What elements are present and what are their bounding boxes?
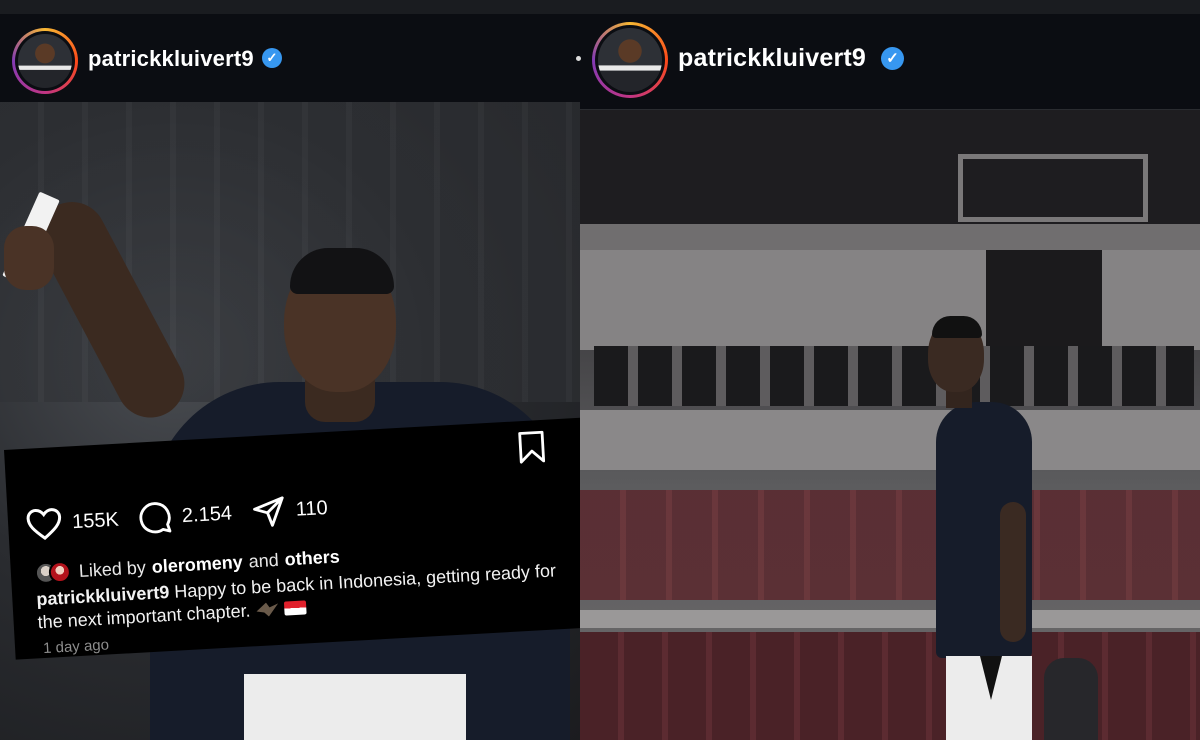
- share-count: 110: [295, 496, 329, 521]
- caption-overlay: 155K 2.154 110 Liked by oleromeny and ot…: [4, 417, 580, 660]
- post-header: patrickkluivert9 ✓: [580, 14, 1200, 110]
- avatar[interactable]: [12, 28, 78, 94]
- hand: [4, 226, 54, 290]
- like-action[interactable]: 155K: [25, 500, 120, 545]
- comment-icon[interactable]: [137, 500, 173, 536]
- indonesia-flag-icon: [284, 600, 307, 616]
- roof-beam: [580, 224, 1200, 250]
- separator-dot: [576, 56, 581, 61]
- post-timestamp: 1 day ago: [42, 636, 110, 658]
- upper-seats: [594, 346, 1194, 406]
- action-bar: 155K 2.154 110: [25, 475, 566, 545]
- window-top-bar: [0, 0, 1200, 14]
- ledge: [580, 410, 1200, 470]
- avatar[interactable]: [592, 22, 668, 98]
- arm: [1000, 502, 1026, 642]
- liked-by-others[interactable]: others: [284, 546, 340, 570]
- post-header: patrickkluivert9 ✓: [0, 14, 580, 102]
- hair: [290, 248, 394, 294]
- white-shorts: [244, 674, 466, 740]
- verified-icon: ✓: [881, 47, 904, 70]
- hair: [932, 316, 982, 338]
- liked-by-prefix: Liked by: [78, 556, 147, 581]
- bookmark-icon[interactable]: [517, 430, 547, 466]
- post-photo[interactable]: [580, 110, 1200, 740]
- comment-count: 2.154: [181, 501, 233, 527]
- share-icon[interactable]: [251, 493, 287, 529]
- comment-action[interactable]: 2.154: [137, 493, 233, 538]
- username[interactable]: patrickkluivert9: [88, 46, 254, 72]
- white-shorts: [946, 656, 1032, 740]
- liked-by-and: and: [248, 549, 280, 572]
- username[interactable]: patrickkluivert9: [678, 44, 866, 73]
- rail: [580, 610, 1200, 628]
- share-action[interactable]: 110: [251, 488, 329, 532]
- background-person: [1044, 658, 1098, 740]
- heart-icon[interactable]: [25, 506, 63, 542]
- eagle-emoji-icon: [256, 602, 279, 617]
- liker-avatar[interactable]: [48, 560, 72, 584]
- lower-seats: [580, 632, 1200, 740]
- post-right: patrickkluivert9 ✓: [580, 14, 1200, 740]
- like-count: 155K: [71, 508, 120, 533]
- middle-seats: [580, 490, 1200, 600]
- post-left: patrickkluivert9 ✓ 155K 2.154 110 Liked …: [0, 14, 580, 740]
- verified-icon: ✓: [262, 48, 282, 68]
- stadium-wall: [580, 250, 1200, 350]
- liked-by-user[interactable]: oleromeny: [151, 551, 243, 577]
- stadium-screen: [958, 154, 1148, 222]
